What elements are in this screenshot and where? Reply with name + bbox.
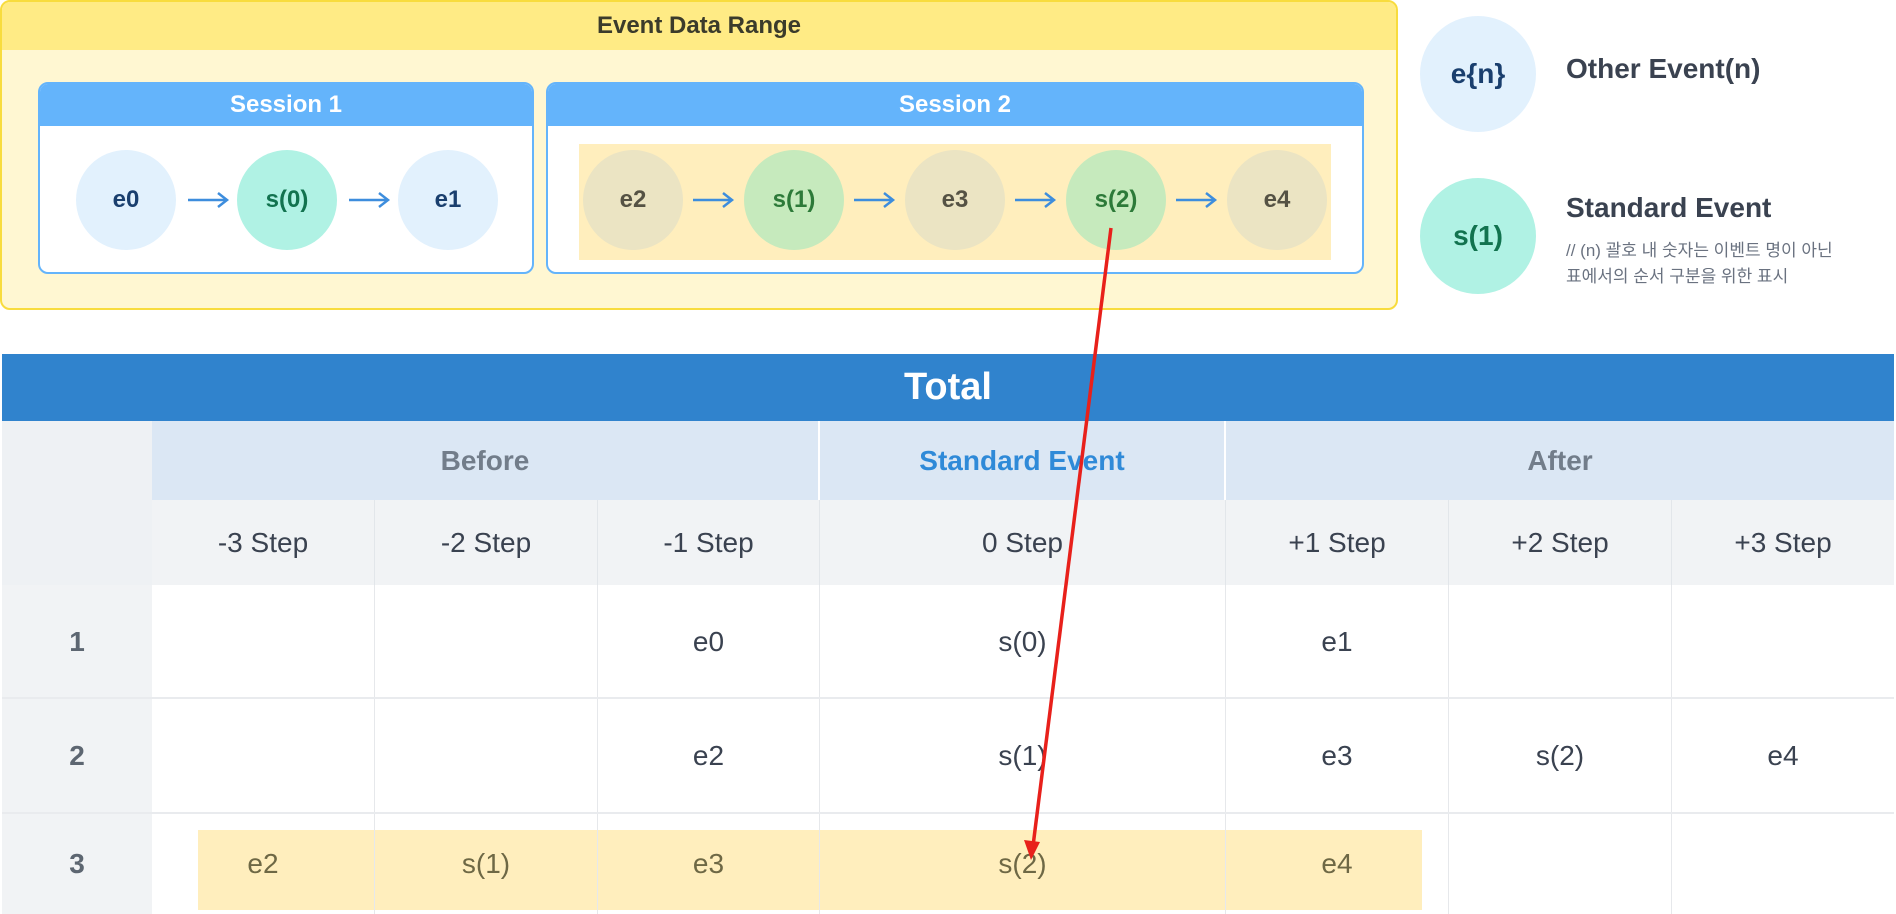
event-node-e0: e0 bbox=[76, 150, 176, 250]
table-cell: e3 bbox=[598, 814, 820, 914]
event-node-e1: e1 bbox=[398, 150, 498, 250]
step-header-plus-2: +2 Step bbox=[1449, 500, 1672, 585]
table-corner bbox=[2, 421, 152, 585]
legend-standard-event-symbol: s(1) bbox=[1420, 178, 1536, 294]
table-cell: e2 bbox=[152, 814, 375, 914]
table-cell bbox=[1449, 814, 1672, 914]
table-cell: e3 bbox=[1226, 699, 1449, 812]
standard-node-s1: s(1) bbox=[744, 150, 844, 250]
step-header-minus-1: -1 Step bbox=[598, 500, 820, 585]
row-label-1: 1 bbox=[2, 585, 152, 698]
legend-standard-event-label: Standard Event bbox=[1566, 192, 1772, 223]
table-cell bbox=[1672, 814, 1894, 914]
table-cell: s(1) bbox=[820, 699, 1226, 812]
session-1-title: Session 1 bbox=[40, 84, 532, 126]
table-cell: s(2) bbox=[1449, 699, 1672, 812]
arrow-right-icon bbox=[188, 192, 230, 208]
group-header-after: After bbox=[1226, 421, 1894, 500]
event-data-range: Event Data Range Session 1 e0 s(0) e1 Se… bbox=[0, 0, 1398, 310]
session-2-title: Session 2 bbox=[548, 84, 1362, 126]
table-cell bbox=[1672, 585, 1894, 698]
table-cell: s(2) bbox=[820, 814, 1226, 914]
total-table: Total Before Standard Event After -3 Ste… bbox=[2, 354, 1894, 914]
table-cell bbox=[152, 699, 375, 812]
table-cell: s(1) bbox=[375, 814, 598, 914]
row-label-3: 3 bbox=[2, 814, 152, 914]
table-cell: e4 bbox=[1226, 814, 1449, 914]
group-header-standard-event: Standard Event bbox=[820, 421, 1226, 500]
session-1: Session 1 e0 s(0) e1 bbox=[38, 82, 534, 274]
table-cell bbox=[375, 699, 598, 812]
event-node-e3: e3 bbox=[905, 150, 1005, 250]
arrow-right-icon bbox=[1015, 192, 1057, 208]
session-2: Session 2 e2 s(1) e3 s(2) e4 bbox=[546, 82, 1364, 274]
table-cell bbox=[152, 585, 375, 698]
legend-other-event-symbol: e{n} bbox=[1420, 16, 1536, 132]
standard-node-s2: s(2) bbox=[1066, 150, 1166, 250]
table-cell: e1 bbox=[1226, 585, 1449, 698]
group-header-before: Before bbox=[152, 421, 820, 500]
arrow-right-icon bbox=[1176, 192, 1218, 208]
arrow-right-icon bbox=[349, 192, 391, 208]
table-cell: e2 bbox=[598, 699, 820, 812]
event-data-range-title: Event Data Range bbox=[2, 2, 1396, 50]
table-title: Total bbox=[2, 354, 1894, 421]
arrow-right-icon bbox=[693, 192, 735, 208]
standard-node-s0: s(0) bbox=[237, 150, 337, 250]
legend-note-line-1: // (n) 괄호 내 숫자는 이벤트 명이 아닌 bbox=[1566, 241, 1833, 260]
table-cell: e4 bbox=[1767, 739, 1799, 771]
table-cell bbox=[375, 585, 598, 698]
legend-note-line-2: 표에서의 순서 구분을 위한 표시 bbox=[1566, 267, 1789, 286]
table-cell bbox=[1449, 585, 1672, 698]
row-label-2: 2 bbox=[2, 699, 152, 812]
step-header-minus-2: -2 Step bbox=[375, 500, 598, 585]
event-node-e2: e2 bbox=[583, 150, 683, 250]
step-header-0: 0 Step bbox=[820, 500, 1226, 585]
table-cell: s(0) bbox=[820, 585, 1226, 698]
step-header-plus-3: +3 Step bbox=[1672, 500, 1894, 585]
arrow-right-icon bbox=[854, 192, 896, 208]
legend-other-event-label: Other Event(n) bbox=[1566, 53, 1761, 84]
step-header-plus-1: +1 Step bbox=[1226, 500, 1449, 585]
step-header-minus-3: -3 Step bbox=[152, 500, 375, 585]
event-node-e4: e4 bbox=[1227, 150, 1327, 250]
table-cell: e0 bbox=[598, 585, 820, 698]
